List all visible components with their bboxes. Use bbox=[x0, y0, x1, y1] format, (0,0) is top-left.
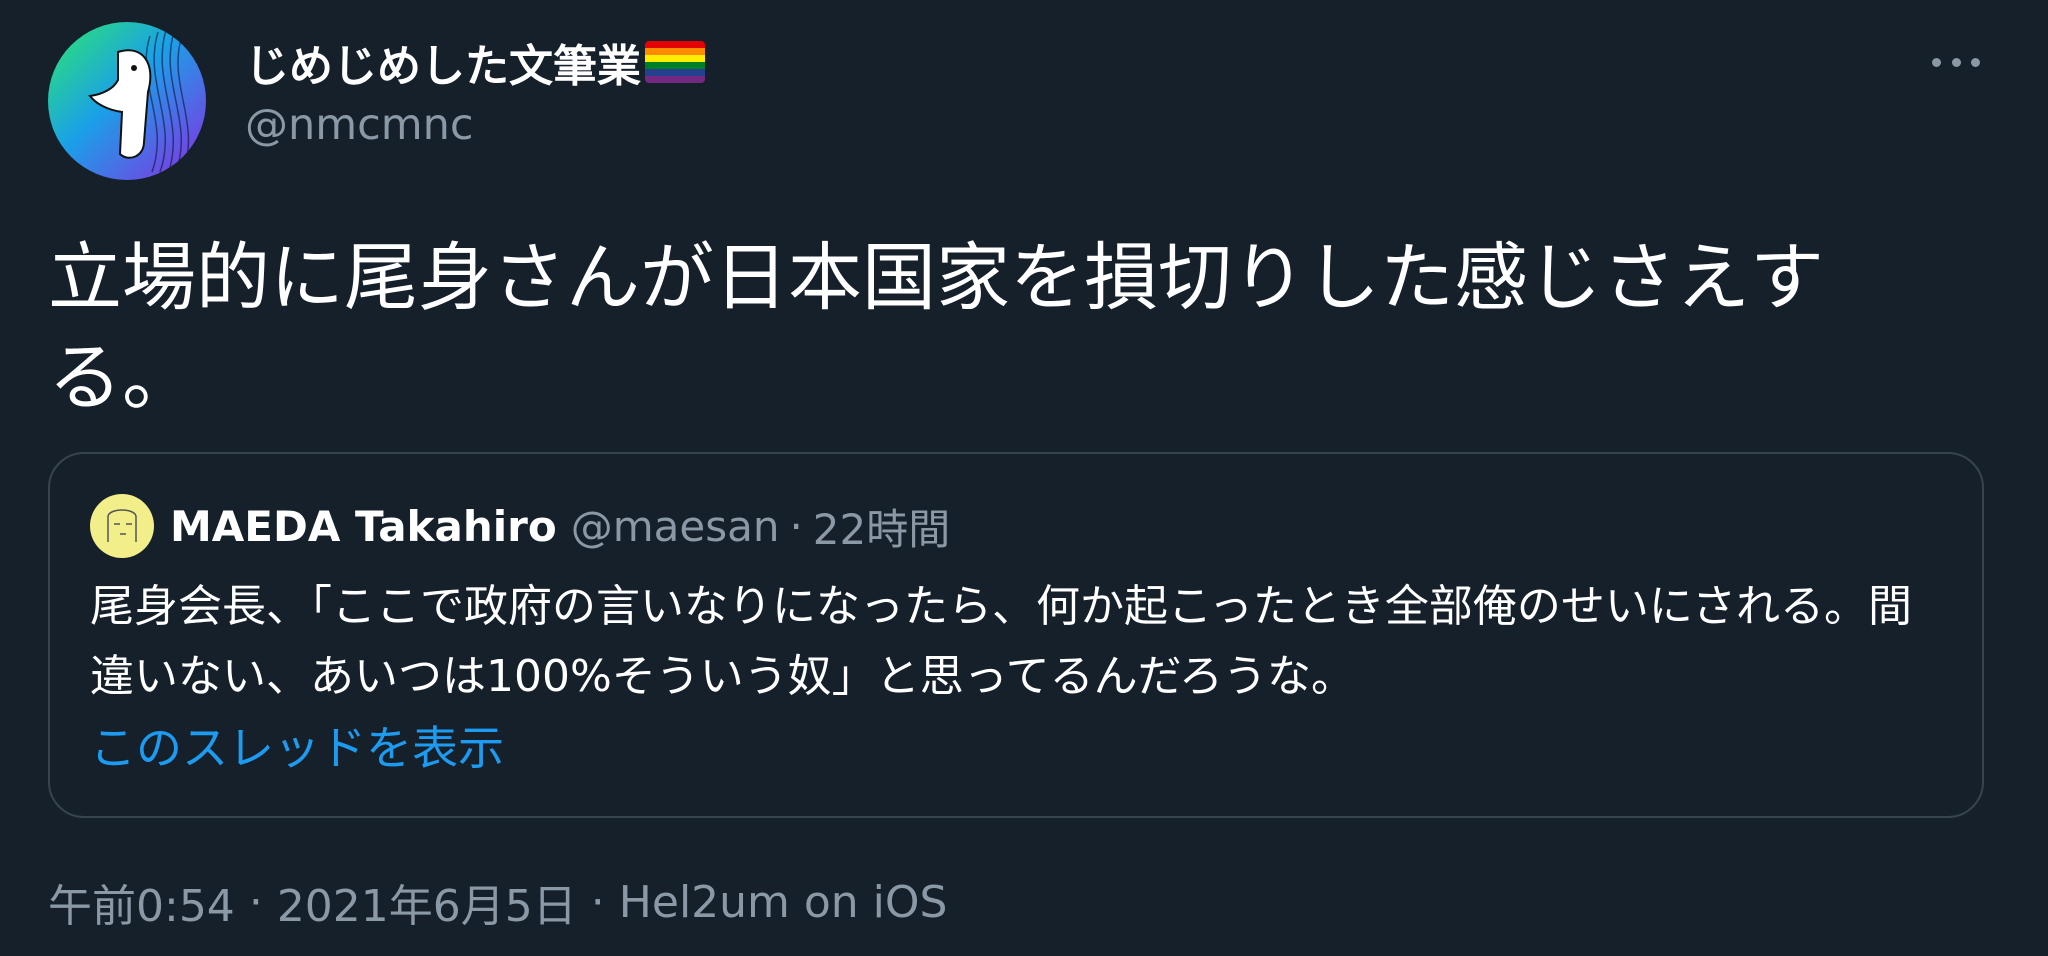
quoted-tweet-header: MAEDA Takahiro @maesan · 22時間 bbox=[90, 490, 950, 562]
quoted-tweet-text: 尾身会長、「ここで政府の言いなりになったら、何か起こったとき全部俺のせいにされる… bbox=[90, 581, 1913, 702]
more-options-button[interactable] bbox=[1924, 42, 1988, 82]
tweet-source-link[interactable]: Hel2um on iOS bbox=[619, 877, 948, 928]
quoted-tweet-card[interactable]: MAEDA Takahiro @maesan · 22時間 尾身会長、「ここで政… bbox=[48, 452, 1984, 818]
show-thread-link[interactable]: このスレッドを表示 bbox=[90, 712, 504, 778]
author-avatar[interactable] bbox=[48, 22, 206, 180]
author-display-name[interactable]: じめじめした文筆業 bbox=[245, 30, 641, 94]
quoted-author-avatar[interactable] bbox=[90, 494, 154, 558]
author-name-row[interactable]: じめじめした文筆業 bbox=[245, 30, 705, 94]
tweet: じめじめした文筆業 @nmcmnc 立場的に尾身さんが日本国家を損切りした感じさ… bbox=[0, 0, 2048, 956]
meta-separator: · bbox=[590, 876, 605, 928]
tweet-date[interactable]: 2021年6月5日 bbox=[277, 870, 577, 934]
more-horizontal-icon bbox=[1932, 57, 1941, 67]
tweet-meta: 午前0:54 · 2021年6月5日 · Hel2um on iOS bbox=[48, 870, 947, 934]
more-dot bbox=[1971, 57, 1980, 67]
quoted-separator: · bbox=[789, 501, 803, 551]
quoted-author-name[interactable]: MAEDA Takahiro bbox=[170, 502, 557, 551]
more-dot bbox=[1951, 57, 1961, 67]
quoted-timestamp[interactable]: 22時間 bbox=[813, 496, 950, 557]
meta-separator: · bbox=[248, 876, 263, 928]
tweet-time[interactable]: 午前0:54 bbox=[48, 870, 235, 934]
rainbow-flag-icon bbox=[645, 41, 705, 83]
tweet-text: 立場的に尾身さんが日本国家を損切りした感じさえする。 bbox=[48, 235, 1824, 421]
author-handle[interactable]: @nmcmnc bbox=[245, 100, 474, 150]
quoted-author-handle[interactable]: @maesan bbox=[571, 502, 780, 551]
